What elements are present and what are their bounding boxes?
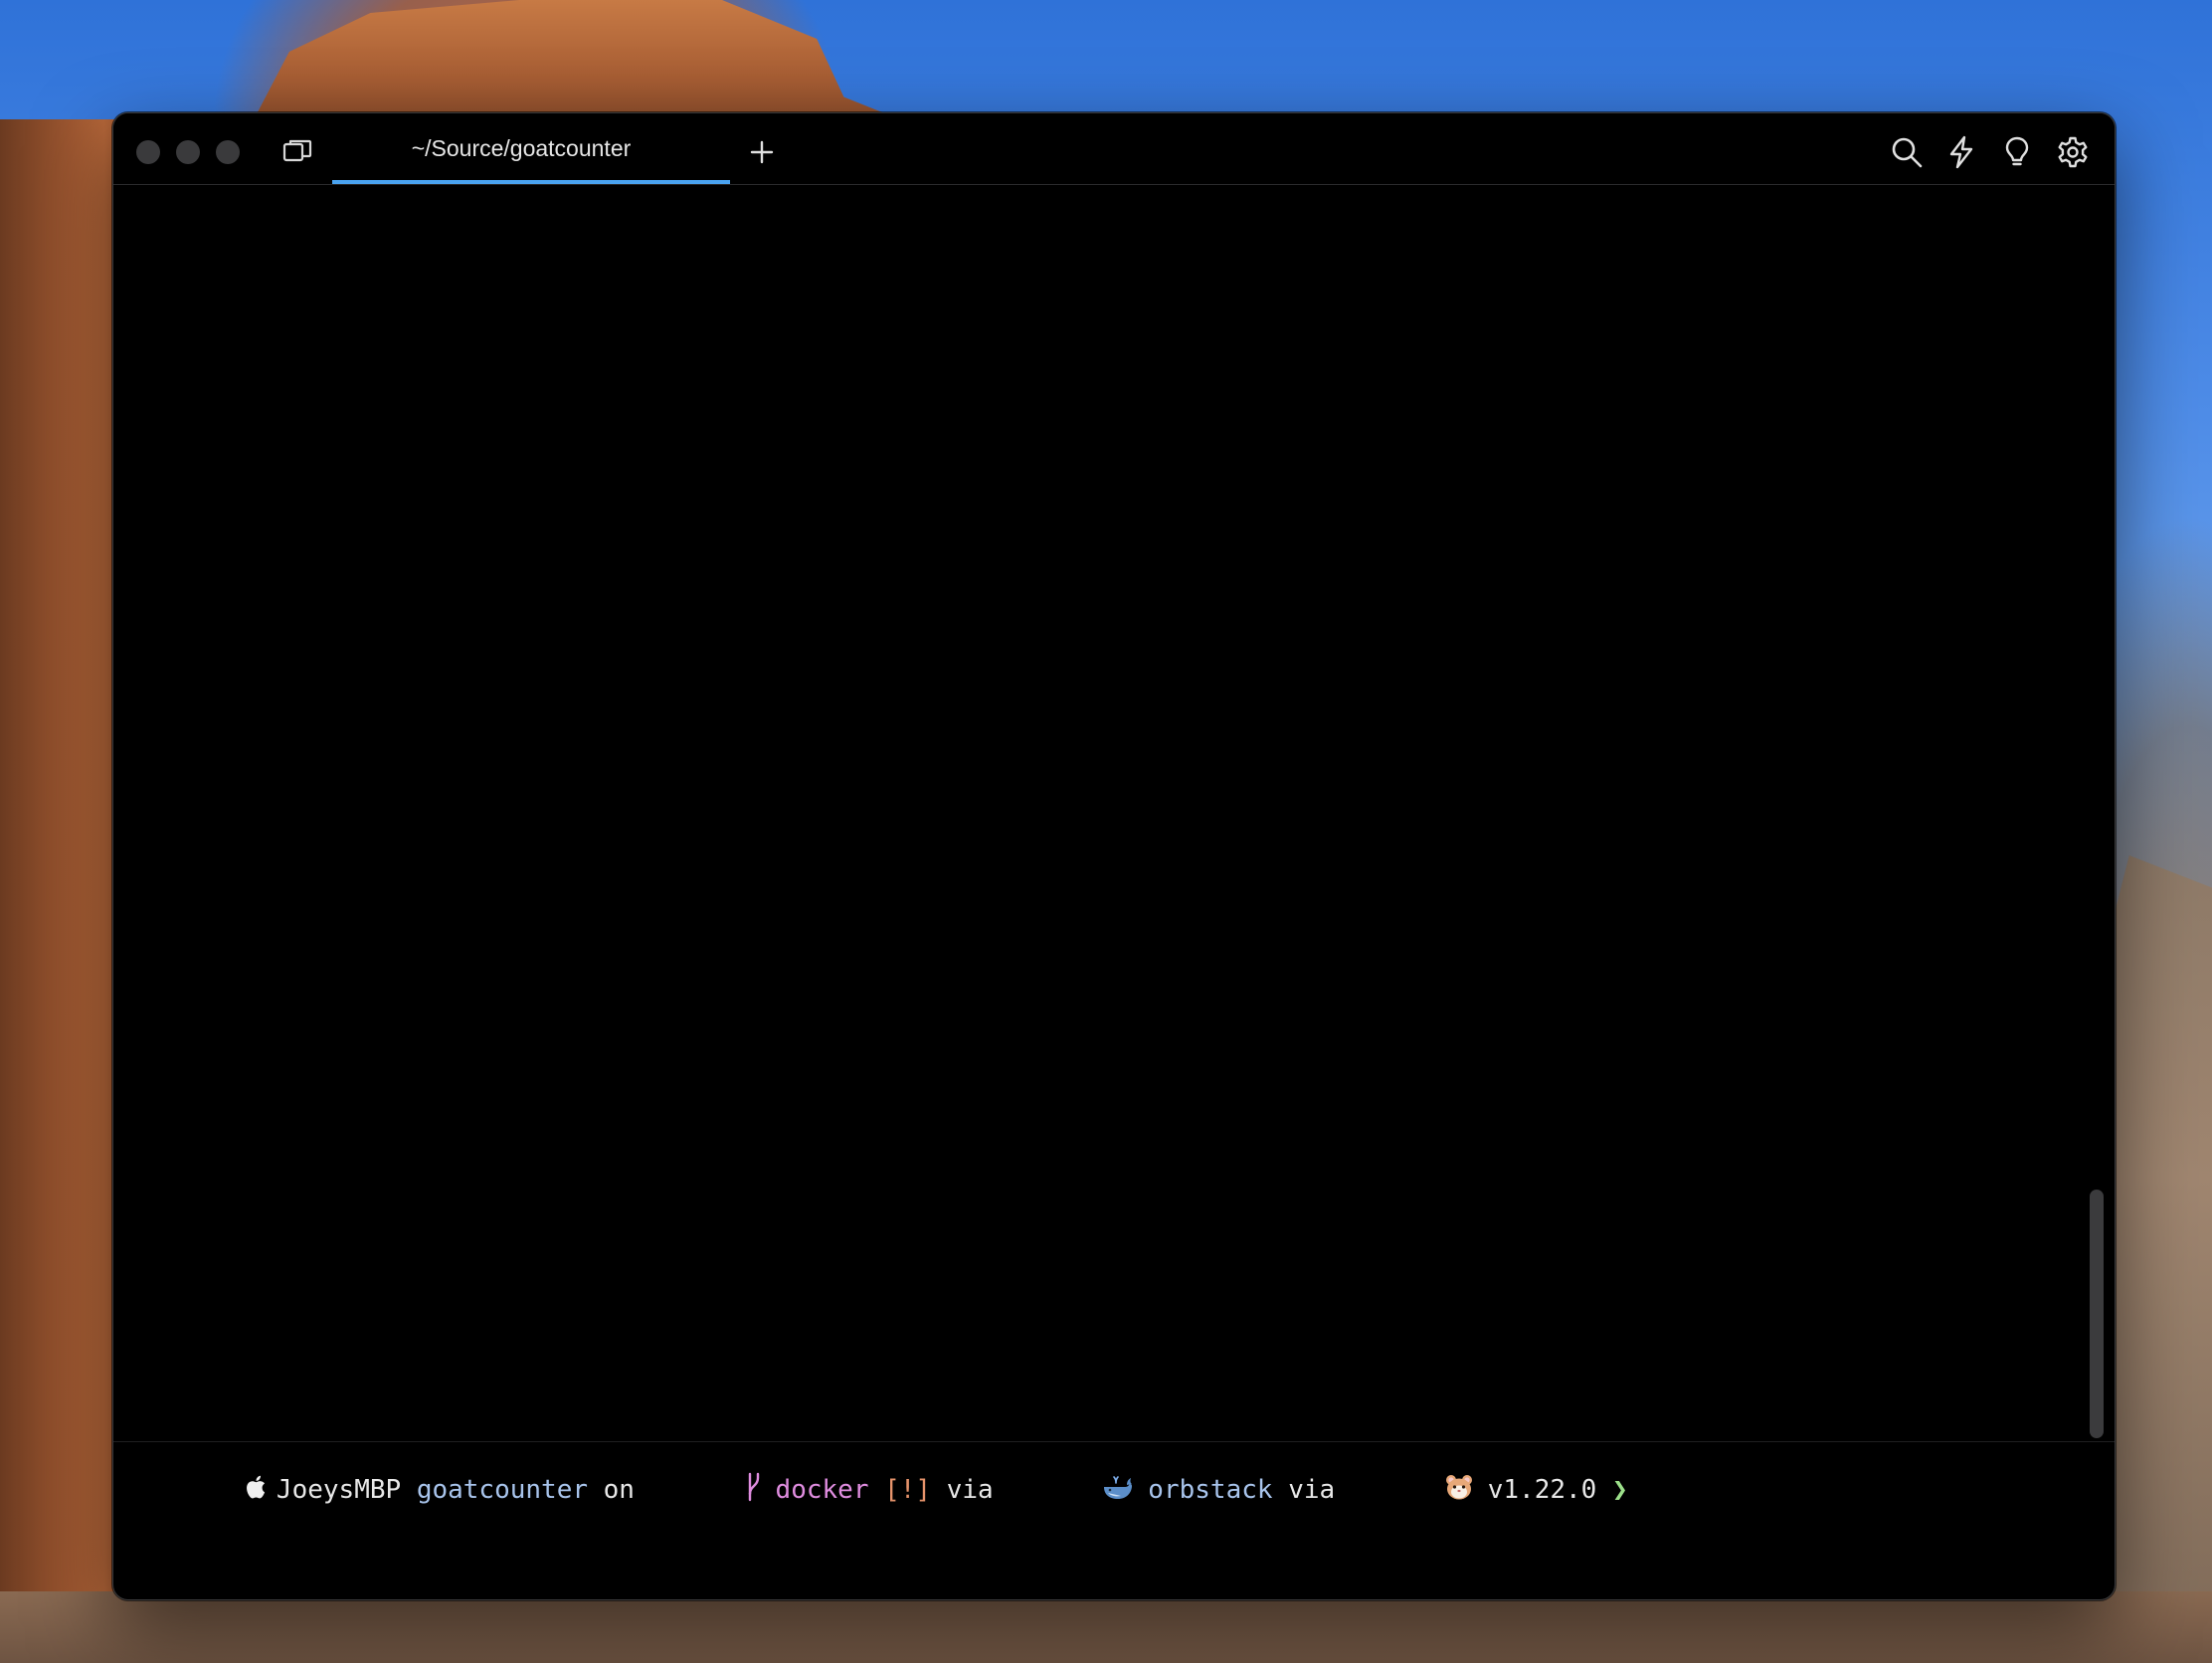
prompt-version: v1.22.0	[1487, 1475, 1597, 1505]
title-bar: ~/Source/goatcounter	[113, 113, 2115, 185]
scrollbar-thumb[interactable]	[2090, 1190, 2104, 1438]
close-window-button[interactable]	[136, 140, 160, 164]
prompt-word-via-2: via	[1288, 1475, 1336, 1505]
wallpaper-rock-top	[249, 0, 925, 129]
new-tab-button[interactable]	[740, 130, 784, 174]
gear-icon	[2056, 135, 2090, 169]
terminal-output-area[interactable]	[113, 185, 2115, 1371]
wallpaper-rock-bottom	[0, 1591, 2212, 1663]
tab-goatcounter[interactable]: ~/Source/goatcounter	[332, 113, 730, 184]
prompt-directory: goatcounter	[416, 1475, 588, 1505]
hamster-icon	[1351, 1443, 1488, 1538]
sidebar-toggle-button[interactable]	[276, 130, 319, 174]
search-button[interactable]	[1885, 130, 1929, 174]
prompt-arrow: ❯	[1611, 1475, 1628, 1505]
zoom-window-button[interactable]	[216, 140, 240, 164]
prompt-host: JoeysMBP	[276, 1475, 402, 1505]
terminal-window: ~/Source/goatcounter JoeysMBP goatcounte…	[112, 112, 2116, 1600]
search-icon	[1890, 135, 1924, 169]
prompt-word-on: on	[603, 1475, 635, 1505]
lightbulb-icon	[2003, 135, 2031, 169]
prompt-branch: docker	[775, 1475, 869, 1505]
shell-prompt[interactable]: JoeysMBP goatcounter on docker [!] via o…	[151, 1470, 1628, 1510]
active-tab-indicator	[332, 180, 730, 184]
workflows-button[interactable]	[1939, 130, 1983, 174]
sidebar-icon	[281, 138, 313, 166]
tab-label: ~/Source/goatcounter	[411, 135, 632, 161]
plus-icon	[749, 139, 775, 165]
minimize-window-button[interactable]	[176, 140, 200, 164]
apple-icon	[151, 1444, 276, 1537]
prompt-docker-context: orbstack	[1148, 1475, 1273, 1505]
docker-whale-icon	[1009, 1443, 1148, 1538]
git-branch-icon	[650, 1442, 776, 1539]
prompt-word-via-1: via	[946, 1475, 994, 1505]
prompt-git-status: [!]	[884, 1475, 932, 1505]
wallpaper-rock-right	[2109, 855, 2212, 1663]
bolt-icon	[1946, 135, 1976, 169]
settings-button[interactable]	[2051, 130, 2095, 174]
tips-button[interactable]	[1995, 130, 2039, 174]
